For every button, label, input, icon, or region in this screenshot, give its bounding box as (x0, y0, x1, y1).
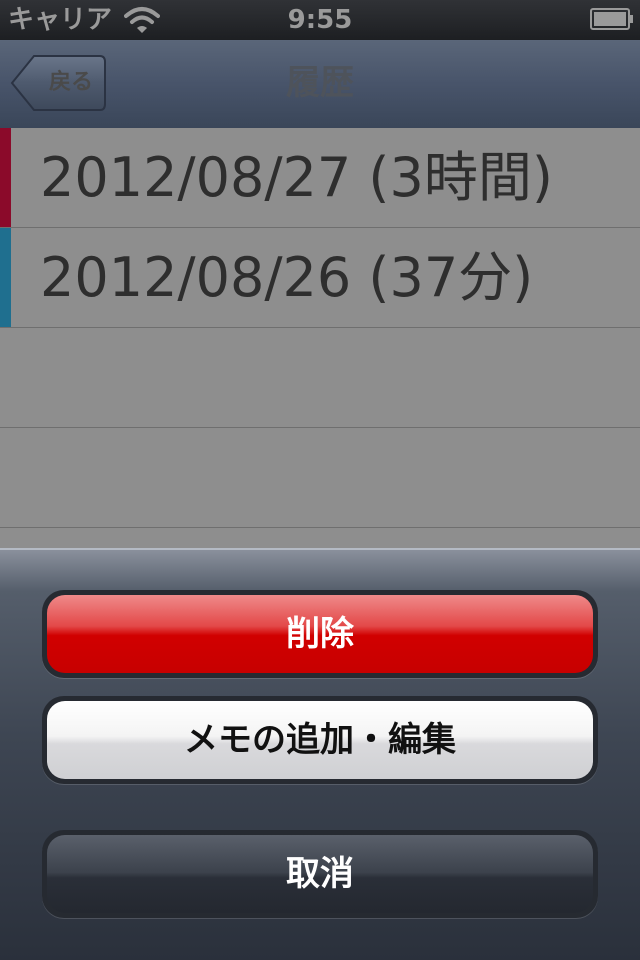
cancel-button[interactable]: 取消 (42, 830, 598, 918)
history-row-color-marker (0, 128, 11, 227)
navigation-bar: 戻る 履歴 (0, 40, 640, 129)
history-row[interactable]: 2012/08/27 (3時間) (0, 128, 640, 228)
empty-row (0, 428, 640, 528)
delete-button[interactable]: 削除 (42, 590, 598, 678)
history-row-color-marker (0, 228, 11, 327)
cancel-button-label: 取消 (47, 835, 593, 913)
edit-memo-button[interactable]: メモの追加・編集 (42, 696, 598, 784)
history-row-label: 2012/08/27 (3時間) (40, 146, 553, 209)
edit-memo-button-label: メモの追加・編集 (47, 701, 593, 779)
history-row[interactable]: 2012/08/26 (37分) (0, 228, 640, 328)
empty-row (0, 328, 640, 428)
page-title: 履歴 (286, 63, 354, 103)
status-bar: キャリア 9:55 (0, 0, 640, 40)
action-sheet: 削除 メモの追加・編集 取消 (0, 548, 640, 960)
clock: 9:55 (287, 5, 353, 35)
battery-icon (590, 8, 633, 30)
history-row-label: 2012/08/26 (37分) (40, 246, 534, 309)
delete-button-label: 削除 (47, 595, 593, 673)
screen: キャリア 9:55 戻る 履歴 2012/08/27 (3時間) 2012/08… (0, 0, 640, 960)
